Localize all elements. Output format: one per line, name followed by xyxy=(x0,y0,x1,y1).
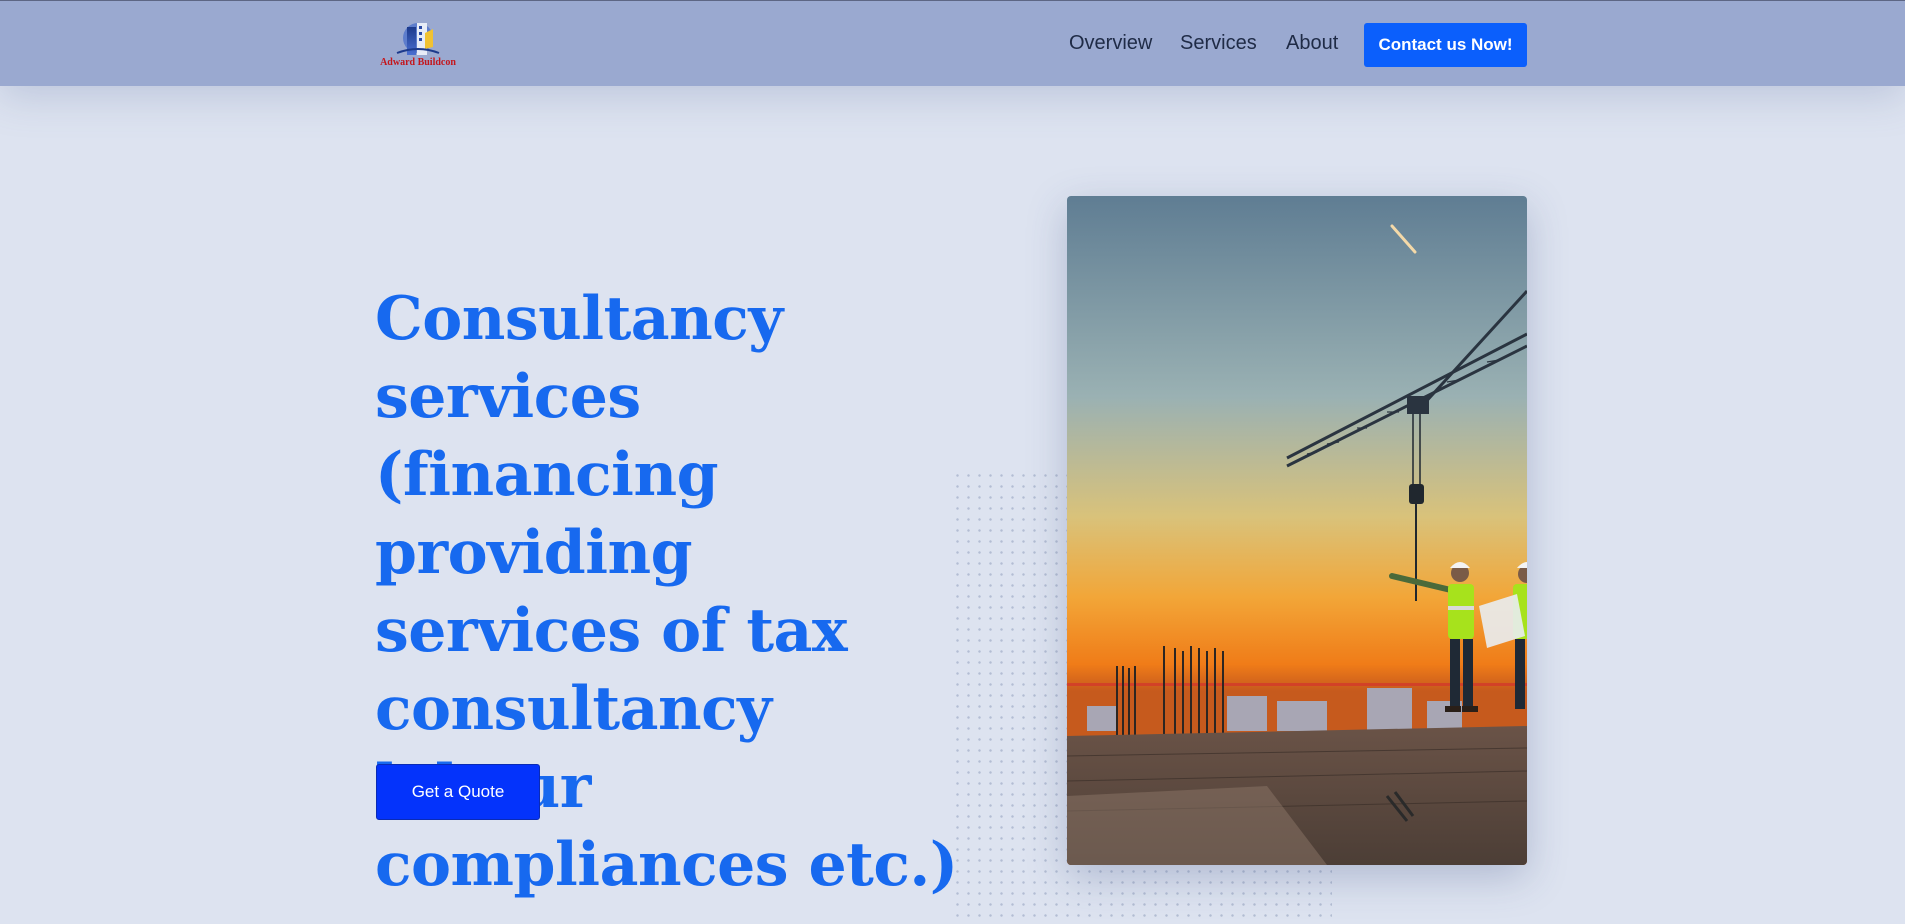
hero-construction-image xyxy=(1067,196,1527,865)
building-logo-icon xyxy=(396,23,440,55)
navbar: Adward Buildcon Overview Services About … xyxy=(0,0,1905,86)
nav-link-services[interactable]: Services xyxy=(1180,31,1257,55)
get-a-quote-button[interactable]: Get a Quote xyxy=(376,764,540,820)
nav-link-overview[interactable]: Overview xyxy=(1069,31,1152,55)
logo-text: Adward Buildcon xyxy=(380,57,456,68)
brand-logo[interactable]: Adward Buildcon xyxy=(375,19,461,71)
construction-sunset-illustration xyxy=(1067,196,1527,865)
contact-us-button[interactable]: Contact us Now! xyxy=(1364,23,1527,67)
nav-link-about[interactable]: About xyxy=(1286,31,1338,55)
